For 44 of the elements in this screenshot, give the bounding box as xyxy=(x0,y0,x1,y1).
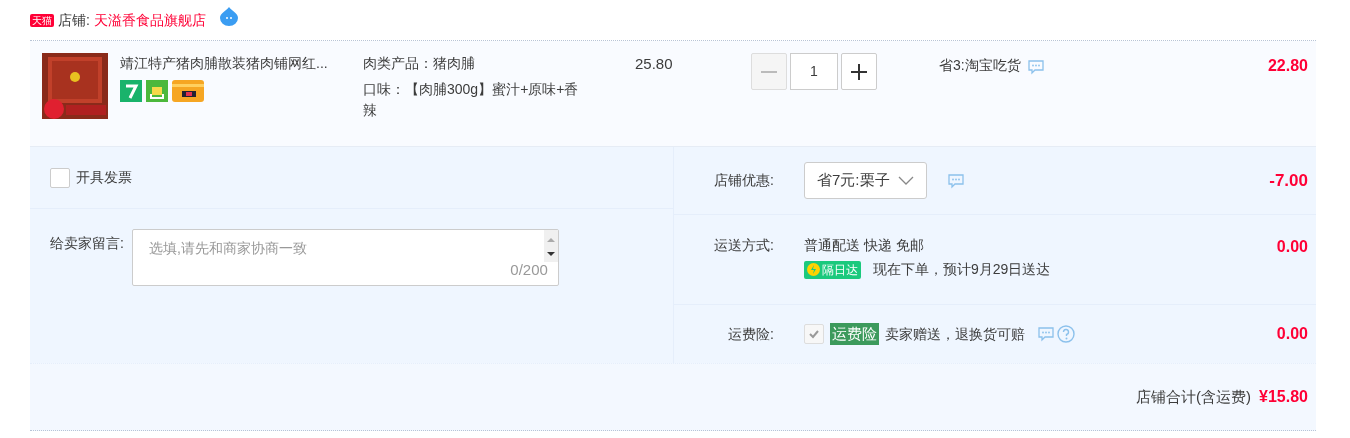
insurance-label: 运费险: xyxy=(727,324,774,344)
item-subtotal: 22.80 xyxy=(1267,56,1308,76)
insurance-tag: 运费险 xyxy=(830,322,879,346)
invoice-label: 开具发票 xyxy=(76,168,132,187)
store-label: 店铺: xyxy=(58,10,90,30)
store-total-amount: ¥15.80 xyxy=(1259,387,1308,407)
chat-icon[interactable] xyxy=(1037,326,1055,342)
check-icon xyxy=(808,328,820,340)
chevron-down-icon xyxy=(897,175,914,186)
shipping-amount: 0.00 xyxy=(1276,237,1308,257)
card-icon xyxy=(172,80,204,102)
insurance-text: 卖家赠送，退换货可赔 xyxy=(885,324,1025,344)
minus-icon xyxy=(761,70,777,73)
chat-icon[interactable] xyxy=(1026,59,1045,75)
coupon-amount: -7.00 xyxy=(1269,169,1308,192)
coupon-label: 店铺优惠: xyxy=(713,171,774,190)
plus-icon xyxy=(851,63,867,80)
shipping-method: 普通配送 快递 免邮 xyxy=(804,236,925,255)
delivery-estimate: 现在下单，预计9月29日送达 xyxy=(873,260,1051,279)
increase-button[interactable] xyxy=(841,53,877,90)
shipping-label: 运送方式: xyxy=(713,236,774,255)
product-title-link[interactable]: 靖江特产猪肉脯散装猪肉铺网红... xyxy=(120,53,355,74)
store-total-label: 店铺合计(含运费) xyxy=(1136,386,1252,407)
scroll-arrows-icon xyxy=(543,230,558,262)
unit-price: 25.80 xyxy=(635,54,674,74)
product-attribute: 口味：【肉脯300g】蜜汁+原味+香辣 xyxy=(363,80,580,120)
invoice-checkbox[interactable] xyxy=(50,167,70,188)
message-placeholder: 选填,请先和商家协商一致 xyxy=(148,239,307,258)
next-day-badge: 隔日达 xyxy=(804,260,861,279)
store-badge: 天猫 xyxy=(30,13,54,27)
promo-text: 省3:淘宝吃货 xyxy=(939,56,1021,75)
coupon-dropdown[interactable]: 省7元:栗子 xyxy=(804,162,927,199)
message-label: 给卖家留言: xyxy=(50,234,124,253)
insurance-amount: 0.00 xyxy=(1276,324,1308,344)
chat-bubble-icon[interactable] xyxy=(217,5,240,27)
lightning-icon xyxy=(807,263,820,276)
character-counter: 0/200 xyxy=(510,259,548,280)
store-name-link[interactable]: 天溢香食品旗舰店 xyxy=(93,9,206,31)
bag-icon xyxy=(146,80,168,102)
seven-day-return-icon xyxy=(120,80,142,102)
quantity-field[interactable]: 1 xyxy=(790,53,838,90)
help-icon[interactable] xyxy=(1057,325,1075,343)
product-attribute: 肉类产品：猪肉脯 xyxy=(363,54,476,73)
chat-icon[interactable] xyxy=(946,172,965,189)
